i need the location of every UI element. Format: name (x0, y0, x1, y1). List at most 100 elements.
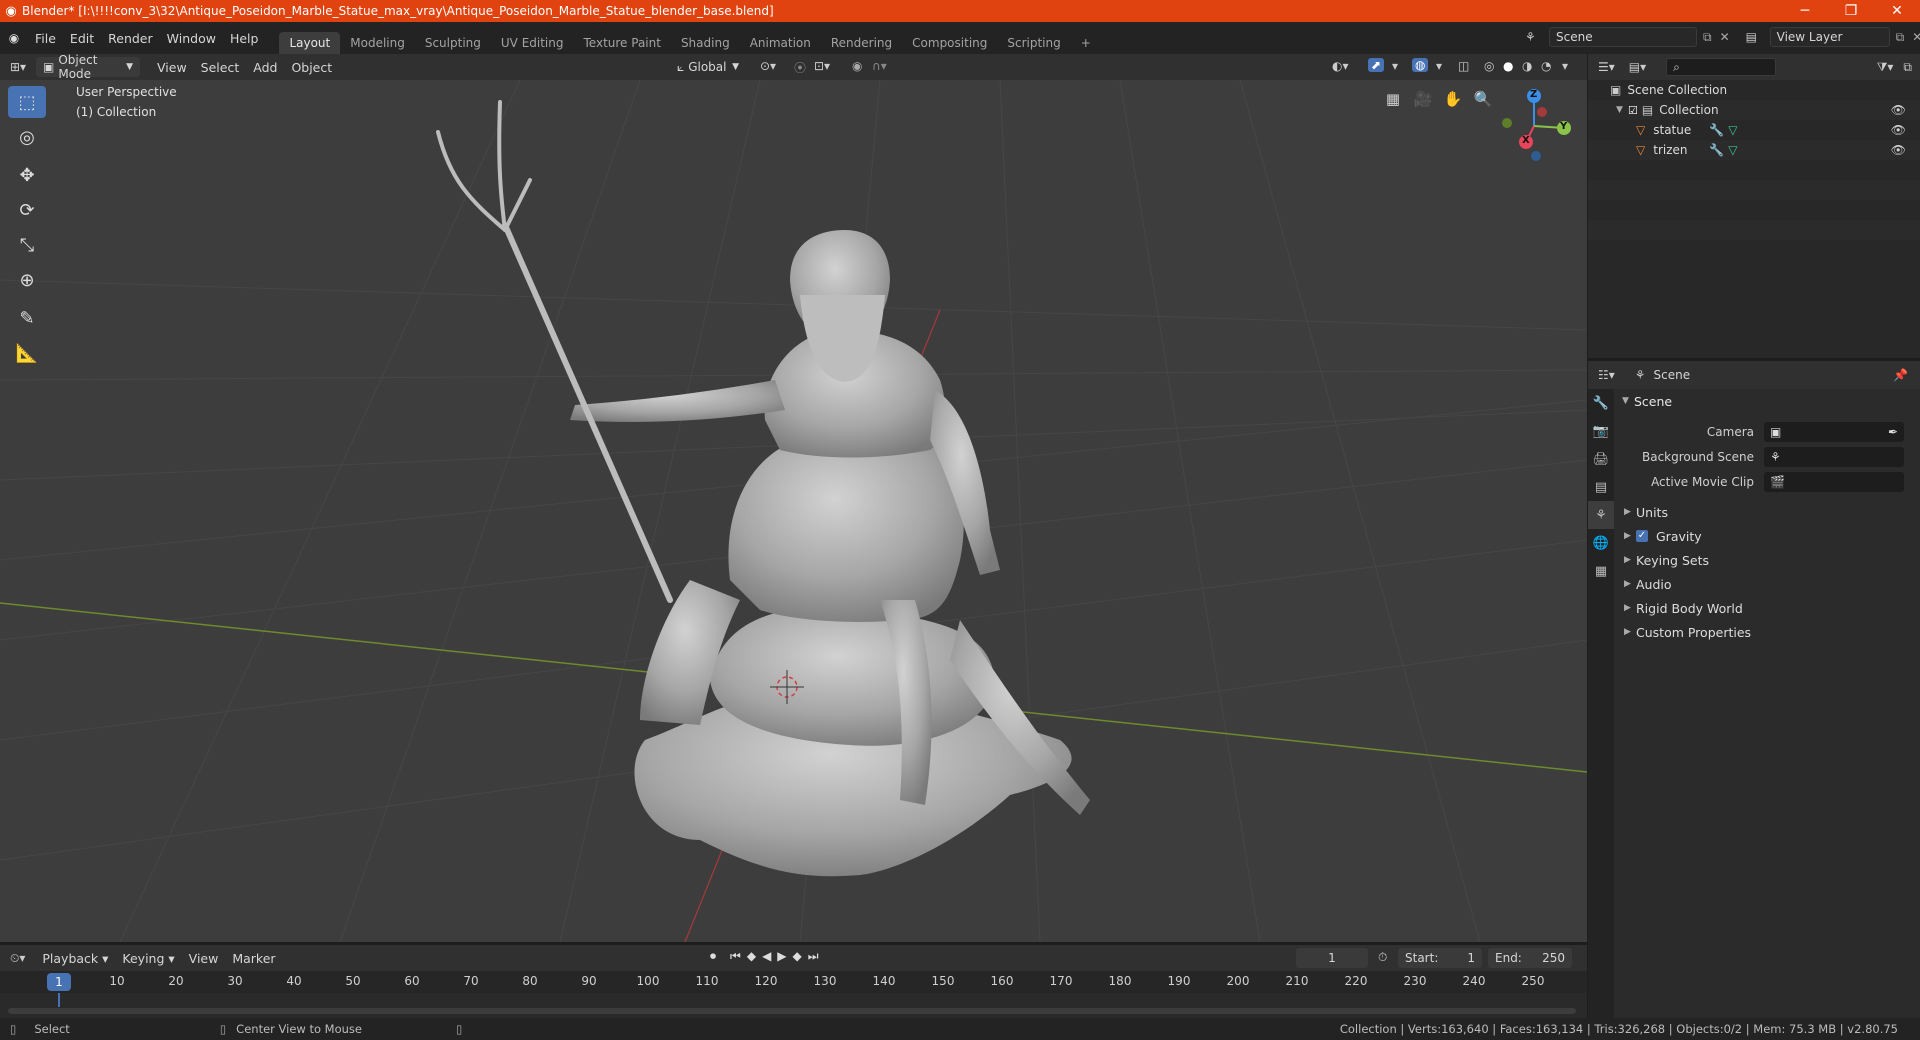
measure-icon[interactable]: 📐 (8, 337, 46, 369)
move-icon[interactable]: ✥ (8, 159, 46, 191)
eye-icon[interactable]: 👁 (1891, 123, 1906, 137)
blender-menu-icon[interactable]: ◉ (0, 31, 28, 45)
editor-type-icon[interactable]: ⊞▾ (0, 57, 36, 77)
menu-keying[interactable]: Keying ▾ (115, 951, 181, 966)
view-layer-tab-icon[interactable]: ▤ (1588, 473, 1614, 501)
next-keyframe-icon[interactable]: ◆ (793, 949, 802, 964)
menu-timeline-view[interactable]: View (182, 951, 226, 966)
outliner-row-scene-collection[interactable]: ▣ Scene Collection (1588, 80, 1920, 100)
menu-edit[interactable]: Edit (63, 31, 101, 46)
grid-view-icon[interactable]: ▦ (1380, 86, 1406, 112)
tab-animation[interactable]: Animation (740, 32, 821, 54)
rotate-icon[interactable]: ⟳ (8, 194, 46, 226)
xray-toggle-icon[interactable]: ◫ (1458, 59, 1469, 73)
snap-target-icon[interactable]: ⊡▾ (814, 59, 830, 73)
new-collection-icon[interactable]: ⧉ (1903, 60, 1912, 75)
current-frame-field[interactable]: 1 (1296, 948, 1368, 968)
transform-orientation[interactable]: ⟀ Global ▼ (670, 57, 746, 77)
menu-playback[interactable]: Playback ▾ (35, 951, 115, 966)
menu-object[interactable]: Object (284, 60, 339, 75)
3d-viewport[interactable] (0, 80, 1587, 942)
menu-select[interactable]: Select (194, 60, 247, 75)
mesh-data-icon[interactable]: ▽ (1728, 123, 1737, 137)
outliner-row-trizen[interactable]: ▽ trizen 🔧 ▽ 👁 (1588, 140, 1920, 160)
filter-icon[interactable]: ⧩▾ (1877, 60, 1894, 75)
prev-keyframe-icon[interactable]: ◆ (747, 949, 756, 964)
checkbox-icon[interactable]: ☑ (1628, 104, 1638, 117)
camera-view-icon[interactable]: 🎥 (1410, 86, 1436, 112)
overlays-toggle-icon[interactable]: ◍ (1412, 58, 1429, 72)
transform-icon[interactable]: ⊕ (8, 264, 46, 296)
rigid-body-world-subpanel[interactable]: ▶ Rigid Body World (1614, 596, 1920, 620)
units-subpanel[interactable]: ▶ Units (1614, 500, 1920, 524)
output-tab-icon[interactable]: 🖨 (1588, 445, 1614, 473)
modifier-icon[interactable]: 🔧 (1709, 143, 1724, 157)
preview-range-icon[interactable]: ⏱ (1378, 950, 1387, 965)
visibility-icon[interactable]: ◐▾ (1332, 59, 1349, 73)
timeline-body[interactable] (0, 993, 1587, 1018)
menu-marker[interactable]: Marker (225, 951, 282, 966)
scene-icon[interactable]: ⚘ (1525, 30, 1549, 44)
wireframe-shading-icon[interactable]: ◎ (1484, 59, 1494, 73)
menu-render[interactable]: Render (101, 31, 160, 46)
view-layer-icon[interactable]: ▤ (1746, 30, 1770, 44)
delete-view-layer-icon[interactable]: ✕ (1912, 30, 1920, 44)
tab-modeling[interactable]: Modeling (340, 32, 415, 54)
tab-scripting[interactable]: Scripting (997, 32, 1070, 54)
outliner-row-collection[interactable]: ▼ ☑ ▤ Collection 👁 (1588, 100, 1920, 120)
pan-view-icon[interactable]: ✋ (1440, 86, 1466, 112)
scene-selector[interactable]: Scene (1549, 27, 1697, 47)
end-frame-field[interactable]: End: 250 (1488, 948, 1572, 968)
timeline-ruler[interactable]: 1 10 20 30 40 50 60 70 80 90 100 110 120 130 140 150 16… (0, 971, 1587, 993)
minimize-button[interactable]: ─ (1782, 0, 1828, 22)
restore-button[interactable]: ❐ (1828, 0, 1874, 22)
pivot-point-icon[interactable]: ⊙▾ (760, 59, 776, 73)
gizmo-toggle-icon[interactable]: ⬈ (1368, 58, 1385, 72)
record-icon[interactable]: ⏺ (710, 949, 716, 964)
snap-icon[interactable]: ⦿ (794, 59, 806, 76)
modifier-icon[interactable]: 🔧 (1709, 123, 1724, 137)
overlays-menu-icon[interactable]: ▾ (1436, 59, 1442, 73)
custom-properties-subpanel[interactable]: ▶ Custom Properties (1614, 620, 1920, 644)
properties-editor-icon[interactable]: ☷▾ (1598, 368, 1615, 382)
eyedropper-icon[interactable]: ✒ (1888, 425, 1898, 439)
rendered-shading-icon[interactable]: ◔ (1541, 59, 1551, 73)
new-view-layer-icon[interactable]: ⧉ (1896, 30, 1905, 45)
active-movie-clip-field[interactable]: 🎬 (1764, 471, 1904, 492)
render-tab-icon[interactable]: 📷 (1588, 417, 1614, 445)
playhead[interactable]: 1 (47, 973, 71, 991)
navigation-gizmo[interactable]: Z Y X (1490, 86, 1580, 166)
cursor-icon[interactable]: ◎ (8, 121, 46, 153)
display-mode-icon[interactable]: ▤▾ (1629, 60, 1646, 74)
start-frame-field[interactable]: Start: 1 (1398, 948, 1482, 968)
mode-selector[interactable]: ▣ Object Mode ▼ (36, 53, 140, 81)
eye-icon[interactable]: 👁 (1891, 143, 1906, 157)
timeline-scrollbar[interactable] (8, 1008, 1576, 1014)
scene-panel-header[interactable]: ▼ Scene (1614, 389, 1920, 413)
tool-tab-icon[interactable]: 🔧 (1588, 389, 1614, 417)
keying-sets-subpanel[interactable]: ▶ Keying Sets (1614, 548, 1920, 572)
tab-rendering[interactable]: Rendering (821, 32, 902, 54)
tab-uv-editing[interactable]: UV Editing (491, 32, 574, 54)
gravity-subpanel[interactable]: ▶ ✓ Gravity (1614, 524, 1920, 548)
play-icon[interactable]: ▶ (777, 949, 786, 964)
tab-compositing[interactable]: Compositing (902, 32, 997, 54)
scene-tab-icon[interactable]: ⚘ (1588, 501, 1614, 529)
outliner-search-input[interactable]: ⌕ (1666, 58, 1777, 76)
new-scene-icon[interactable]: ⧉ (1703, 30, 1712, 45)
eye-icon[interactable]: 👁 (1891, 103, 1906, 117)
tab-texture-paint[interactable]: Texture Paint (574, 32, 671, 54)
menu-add[interactable]: Add (246, 60, 284, 75)
camera-field[interactable]: ▣ ✒ (1764, 421, 1904, 442)
menu-file[interactable]: File (28, 31, 63, 46)
outliner-editor-icon[interactable]: ☰▾ (1598, 60, 1615, 74)
gizmo-menu-icon[interactable]: ▾ (1392, 59, 1398, 73)
close-button[interactable]: ✕ (1874, 0, 1920, 22)
menu-view[interactable]: View (150, 60, 194, 75)
scale-icon[interactable]: ⤡ (8, 229, 46, 261)
add-workspace-button[interactable]: + (1071, 32, 1101, 54)
mesh-data-icon[interactable]: ▽ (1728, 143, 1737, 157)
shading-menu-icon[interactable]: ▾ (1562, 59, 1568, 73)
select-box-icon[interactable]: ⬚ (8, 86, 46, 118)
outliner-row-statue[interactable]: ▽ statue 🔧 ▽ 👁 (1588, 120, 1920, 140)
